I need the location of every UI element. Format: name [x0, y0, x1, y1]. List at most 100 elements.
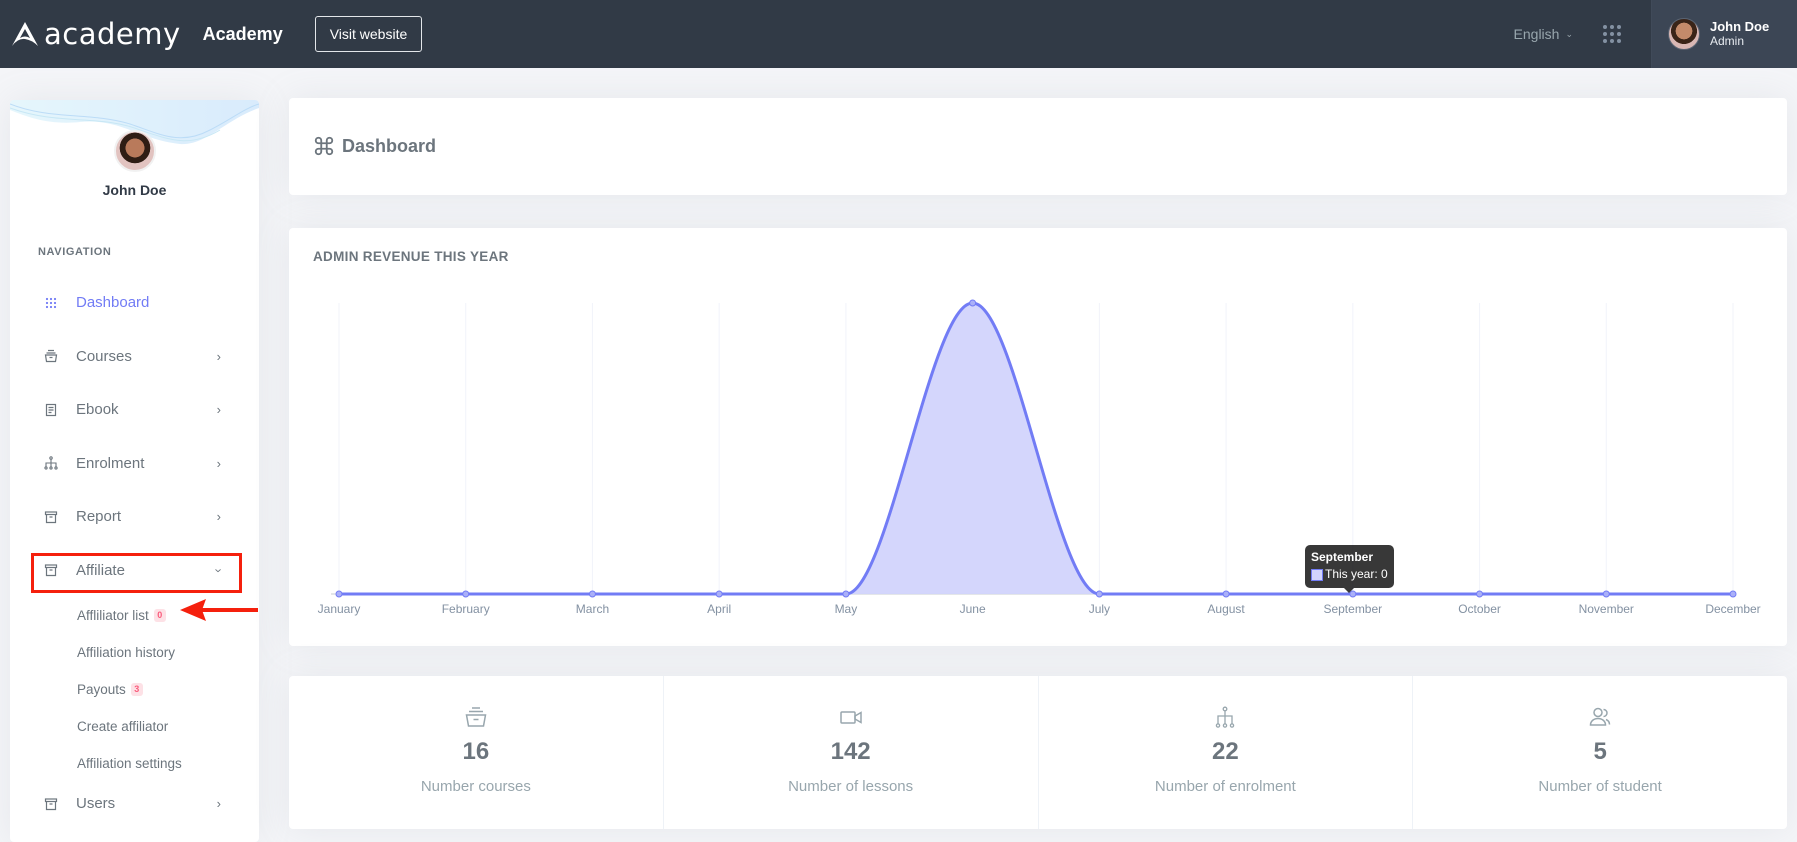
user-role: Admin: [1710, 34, 1745, 48]
visit-website-button[interactable]: Visit website: [314, 16, 423, 52]
language-dropdown[interactable]: English ⌄: [1514, 26, 1573, 42]
chevron-down-icon: ⌄: [1565, 28, 1573, 39]
data-point-january: [335, 590, 343, 598]
chart-tooltip: September This year : 0: [1305, 545, 1394, 593]
app-title: Academy: [202, 23, 283, 44]
sidebar-item-users[interactable]: Users ›: [10, 777, 259, 831]
sidebar-item-label: Enrolment: [76, 454, 145, 472]
sidebar-item-label: Dashboard: [76, 294, 150, 312]
tooltip-separator: :: [1374, 567, 1382, 581]
submenu-item-affiliator-list[interactable]: Affliliator list 0: [10, 597, 259, 634]
logo-mark-icon: [12, 22, 38, 46]
sidebar-item-report[interactable]: Report ›: [10, 490, 259, 544]
apps-grid-icon[interactable]: [1603, 25, 1621, 43]
language-label: English: [1513, 26, 1560, 42]
sidebar-item-label: Ebook: [76, 401, 119, 419]
tooltip-title: September: [1311, 550, 1374, 564]
top-bar: academy Academy Visit website English ⌄ …: [0, 0, 1797, 68]
page-title-text: Dashboard: [342, 135, 437, 156]
x-tick-label: November: [1579, 602, 1634, 616]
revenue-chart-card: ADMIN REVENUE THIS YEAR January February M…: [289, 228, 1787, 646]
data-point-february: [462, 590, 470, 598]
stat-lessons[interactable]: 142 Number of lessons: [664, 676, 1039, 829]
submenu-item-affiliation-history[interactable]: Affiliation history: [10, 634, 259, 671]
stats-card: 16 Number courses 142 Number of lessons …: [289, 676, 1787, 829]
stat-value: 16: [462, 738, 490, 765]
data-point-march: [588, 590, 596, 598]
sidebar-item-enrolment[interactable]: Enrolment ›: [10, 437, 259, 491]
chevron-right-icon: ›: [216, 455, 221, 471]
avatar: [1668, 18, 1700, 50]
user-name: John Doe: [1710, 19, 1770, 34]
x-tick-label: July: [1089, 602, 1110, 616]
affiliate-submenu: Affliliator list 0 Affiliation history P…: [10, 597, 259, 782]
sidebar-item-ebook[interactable]: Ebook ›: [10, 383, 259, 437]
sidebar-item-label: Report: [76, 508, 122, 526]
tooltip-value: 0: [1381, 567, 1388, 581]
sidebar-item-affiliate[interactable]: Affiliate ›: [10, 544, 259, 598]
chevron-right-icon: ›: [216, 348, 221, 364]
data-point-october: [1476, 590, 1484, 598]
stat-label: Number of student: [1538, 778, 1662, 795]
x-tick-label: August: [1207, 602, 1245, 616]
archive-icon: [44, 797, 58, 811]
x-tick-label: October: [1458, 602, 1501, 616]
stat-value: 5: [1593, 738, 1607, 765]
sidebar-item-label: Users: [76, 795, 116, 813]
submenu-item-label: Affiliation history: [77, 645, 176, 660]
avatar[interactable]: [113, 130, 156, 172]
x-tick-label: January: [318, 602, 361, 616]
sidebar-item-label: Courses: [76, 347, 132, 365]
stat-courses[interactable]: 16 Number courses: [289, 676, 664, 829]
archive-box-icon: [44, 349, 58, 363]
profile-name: John Doe: [102, 182, 167, 198]
sidebar-item-courses[interactable]: Courses ›: [10, 330, 259, 384]
user-menu[interactable]: John Doe Admin: [1651, 0, 1797, 68]
sidebar: John Doe NAVIGATION Dashboard Courses ›: [10, 100, 259, 842]
data-point-april: [715, 590, 723, 598]
count-badge: 3: [130, 683, 143, 696]
submenu-item-label: Affiliation settings: [77, 756, 182, 771]
stat-label: Number courses: [420, 778, 531, 795]
archive-box-icon: [463, 706, 489, 728]
submenu-item-payouts[interactable]: Payouts 3: [10, 671, 259, 708]
data-point-july: [1095, 590, 1103, 598]
revenue-chart: January February March April May June July Augu…: [318, 299, 1761, 616]
x-tick-label: December: [1705, 602, 1760, 616]
stat-value: 22: [1212, 738, 1239, 765]
academy-logo[interactable]: academy: [10, 17, 181, 51]
stat-enrolment[interactable]: 22 Number of enrolment: [1039, 676, 1414, 829]
series-swatch-icon: [1311, 568, 1323, 581]
data-point-december: [1729, 590, 1737, 598]
count-badge: 0: [153, 609, 166, 622]
topbar-right: English ⌄ John Doe Admin: [1514, 0, 1797, 68]
tooltip-row: This year : 0: [1311, 566, 1388, 583]
stat-label: Number of lessons: [788, 778, 914, 795]
sidebar-profile: John Doe: [10, 100, 259, 198]
chevron-right-icon: ›: [216, 402, 221, 418]
submenu-item-create-affiliator[interactable]: Create affiliator: [10, 708, 259, 745]
sidebar-item-label: Affiliate: [76, 561, 125, 579]
sidebar-nav: Dashboard Courses › Ebook › Enrolment › …: [10, 276, 259, 831]
data-point-august: [1222, 590, 1230, 598]
page-title-card: Dashboard: [289, 98, 1787, 195]
archive-icon: [44, 510, 58, 524]
archive-icon: [44, 563, 58, 577]
data-point-june: [969, 299, 977, 307]
stat-value: 142: [830, 738, 871, 765]
submenu-item-label: Create affiliator: [77, 719, 169, 734]
submenu-item-label: Payouts: [77, 682, 126, 697]
stat-students[interactable]: 5 Number of student: [1413, 676, 1787, 829]
x-tick-label: May: [835, 602, 858, 616]
sitemap-icon: [44, 456, 58, 470]
chevron-down-icon: ›: [211, 568, 227, 573]
video-icon: [838, 706, 864, 728]
data-point-may: [842, 590, 850, 598]
x-tick-label: April: [707, 602, 731, 616]
logo-text: academy: [44, 17, 181, 51]
grid-dots-icon: [44, 296, 58, 310]
sidebar-item-dashboard[interactable]: Dashboard: [10, 276, 259, 330]
nav-section-title: NAVIGATION: [38, 246, 112, 258]
command-icon: [314, 136, 334, 156]
x-tick-label: February: [442, 602, 490, 616]
